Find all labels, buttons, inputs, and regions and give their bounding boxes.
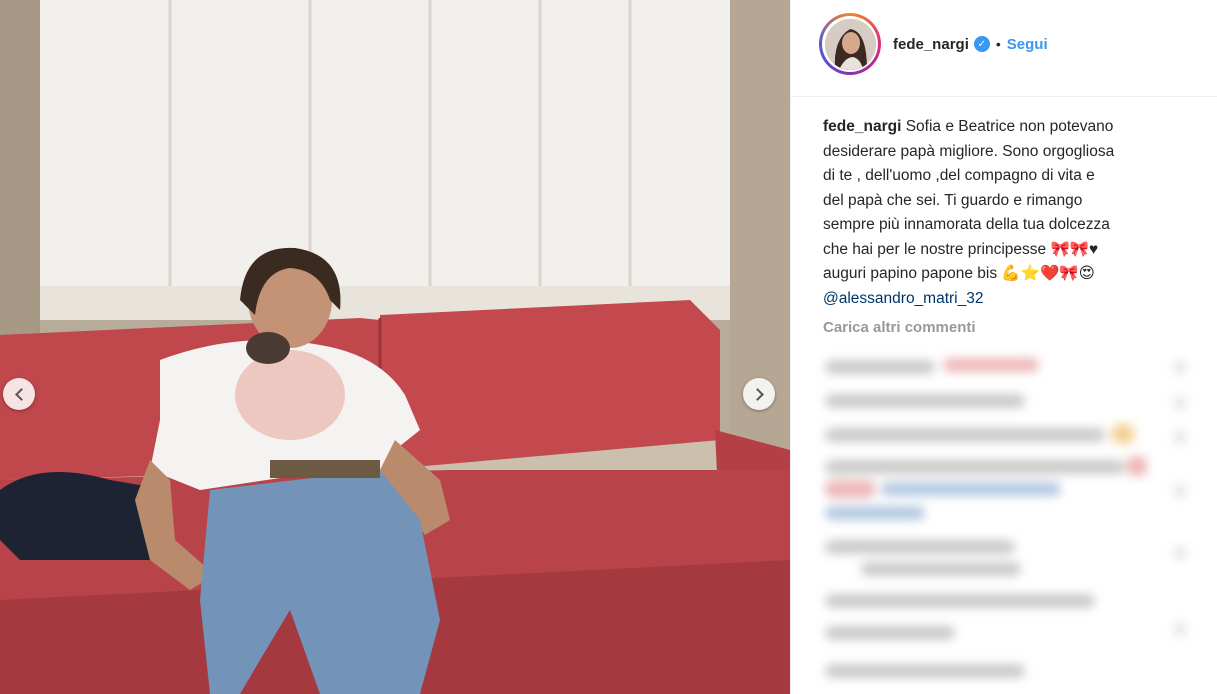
load-more-comments-button[interactable]: Carica altri commenti [823, 319, 976, 336]
avatar[interactable] [819, 13, 881, 75]
man-jeans [200, 470, 440, 694]
caption-line-2: desiderare papà migliore. Sono orgoglios… [823, 142, 1115, 160]
post-header: fede_nargi ✓ • Segui [791, 0, 1217, 97]
avatar-image [824, 18, 876, 70]
chevron-right-icon [750, 387, 764, 401]
separator-dot: • [995, 36, 1001, 52]
chevron-left-icon [14, 387, 28, 401]
header-username[interactable]: fede_nargi [893, 36, 969, 53]
caption-line-4: del papà che sei. Ti guardo e rimango [823, 191, 1083, 209]
post-side-panel: fede_nargi ✓ • Segui fede_nargi Sofia e … [790, 0, 1217, 694]
carousel-prev-button[interactable] [3, 378, 35, 410]
photo-illustration [0, 0, 790, 694]
blurred-comments [821, 346, 1201, 694]
caption-mention-link[interactable]: @alessandro_matri_32 [823, 287, 1175, 312]
caption-line-6: che hai per le nostre principesse 🎀🎀♥ [823, 240, 1099, 258]
caption-line-7: auguri papino papone bis 💪⭐❤️🎀😍 [823, 265, 1095, 282]
caption-line-5: sempre più innamorata della tua dolcezza [823, 216, 1110, 233]
caption-line-1: Sofia e Beatrice non potevano [905, 118, 1114, 135]
baby [235, 350, 345, 440]
post-caption: fede_nargi Sofia e Beatrice non potevano… [823, 115, 1175, 311]
caption-line-3: di te , dell'uomo ,del compagno di vita … [823, 167, 1095, 184]
follow-button[interactable]: Segui [1007, 36, 1048, 53]
curtain [40, 0, 730, 320]
caption-username[interactable]: fede_nargi [823, 118, 901, 135]
carousel-next-button[interactable] [743, 378, 775, 410]
post-photo[interactable] [0, 0, 790, 694]
sofa-back-right [380, 300, 720, 470]
verified-badge-icon: ✓ [973, 36, 990, 52]
